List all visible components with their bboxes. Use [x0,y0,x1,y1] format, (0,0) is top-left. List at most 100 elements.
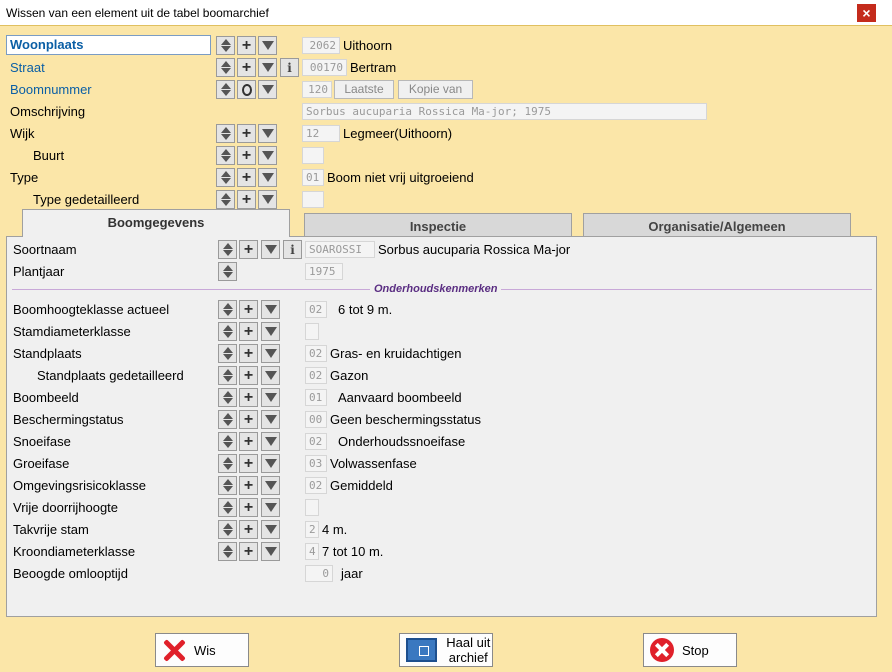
standplaats-gedetailleerd-add-button[interactable]: + [239,366,258,385]
buurt-updown-button[interactable] [216,146,235,165]
beoogde-omlooptijd-code[interactable]: 0 [305,565,333,582]
woonplaats-label[interactable]: Woonplaats [6,35,211,55]
type-add-button[interactable]: + [237,168,256,187]
stamdiameterklasse-add-button[interactable]: + [239,322,258,341]
snoeifase-add-button[interactable]: + [239,432,258,451]
straat-updown-button[interactable] [216,58,235,77]
type-dropdown-button[interactable] [258,168,277,187]
vrije-doorrijhoogte-updown-button[interactable] [218,498,237,517]
omgevingsrisicoklasse-code[interactable]: 02 [305,477,327,494]
buurt-add-button[interactable]: + [237,146,256,165]
boombeeld-dropdown-button[interactable] [261,388,280,407]
close-button[interactable]: × [857,4,876,22]
straat-dropdown-button[interactable] [258,58,277,77]
stamdiameterklasse-code[interactable] [305,323,319,340]
woonplaats-value: Uithoorn [343,38,393,53]
soortnaam-updown-button[interactable] [218,240,237,259]
takvrije-stam-add-button[interactable]: + [239,520,258,539]
tab-boomgegevens[interactable]: Boomgegevens [22,209,290,237]
soortnaam-dropdown-button[interactable] [261,240,280,259]
boomnummer-dropdown-button[interactable] [258,80,277,99]
type-gedetailleerd-updown-button[interactable] [216,190,235,209]
standplaats-gedetailleerd-code[interactable]: 02 [305,367,327,384]
standplaats-updown-button[interactable] [218,344,237,363]
beschermingstatus-add-button[interactable]: + [239,410,258,429]
snoeifase-dropdown-button[interactable] [261,432,280,451]
boomhoogteklasse-actueel-add-button[interactable]: + [239,300,258,319]
boomhoogteklasse-actueel-dropdown-button[interactable] [261,300,280,319]
standplaats-dropdown-button[interactable] [261,344,280,363]
boombeeld-label: Boombeeld [13,390,79,405]
beschermingstatus-dropdown-button[interactable] [261,410,280,429]
dropdown-icon [261,41,274,50]
window-title: Wissen van een element uit de tabel boom… [6,6,269,20]
takvrije-stam-dropdown-button[interactable] [261,520,280,539]
boomhoogteklasse-actueel-updown-button[interactable] [218,300,237,319]
woonplaats-add-button[interactable]: + [237,36,256,55]
groeifase-add-button[interactable]: + [239,454,258,473]
haal-uit-archief-button[interactable]: Haal uit archief [399,633,493,667]
type-updown-button[interactable] [216,168,235,187]
kroondiameterklasse-updown-button[interactable] [218,542,237,561]
woonplaats-dropdown-button[interactable] [258,36,277,55]
dropdown-icon [261,85,274,94]
stamdiameterklasse-updown-button[interactable] [218,322,237,341]
woonplaats-updown-button[interactable] [216,36,235,55]
vrije-doorrijhoogte-dropdown-button[interactable] [261,498,280,517]
type-label: Type [10,170,39,185]
soortnaam-label: Soortnaam [13,242,77,257]
type-gedetailleerd-dropdown-button[interactable] [258,190,277,209]
wijk-add-button[interactable]: + [237,124,256,143]
tab-organisatie-algemeen[interactable]: Organisatie/Algemeen [583,213,851,237]
snoeifase-updown-button[interactable] [218,432,237,451]
wis-button[interactable]: Wis [155,633,249,667]
vrije-doorrijhoogte-code[interactable] [305,499,319,516]
wijk-dropdown-button[interactable] [258,124,277,143]
standplaats-code[interactable]: 02 [305,345,327,362]
takvrije-stam-code[interactable]: 2 [305,521,319,538]
kroondiameterklasse-dropdown-button[interactable] [261,542,280,561]
takvrije-stam-updown-button[interactable] [218,520,237,539]
plantjaar-updown-button[interactable] [218,262,237,281]
stamdiameterklasse-dropdown-button[interactable] [261,322,280,341]
soortnaam-info-button[interactable]: i [283,240,302,259]
standplaats-gedetailleerd-dropdown-button[interactable] [261,366,280,385]
boomnummer-code: 120 [302,81,332,98]
groeifase-dropdown-button[interactable] [261,454,280,473]
straat-add-button[interactable]: + [237,58,256,77]
groeifase-code[interactable]: 03 [305,455,327,472]
soortnaam-add-button[interactable]: + [239,240,258,259]
arrow-up-icon [220,83,231,89]
buurt-dropdown-button[interactable] [258,146,277,165]
boomnummer-zero-button[interactable] [237,80,256,99]
straat-info-button[interactable]: i [280,58,299,77]
straat-code: 00170 [302,59,347,76]
beschermingstatus-updown-button[interactable] [218,410,237,429]
boomnummer-updown-button[interactable] [216,80,235,99]
wijk-updown-button[interactable] [216,124,235,143]
stop-button[interactable]: Stop [643,633,737,667]
straat-label[interactable]: Straat [10,60,45,75]
groeifase-updown-button[interactable] [218,454,237,473]
snoeifase-code[interactable]: 02 [305,433,327,450]
type-gedetailleerd-add-button[interactable]: + [237,190,256,209]
kroondiameterklasse-code[interactable]: 4 [305,543,319,560]
omgevingsrisicoklasse-dropdown-button[interactable] [261,476,280,495]
beschermingstatus-code[interactable]: 00 [305,411,327,428]
boombeeld-code[interactable]: 01 [305,389,327,406]
vrije-doorrijhoogte-add-button[interactable]: + [239,498,258,517]
boombeeld-updown-button[interactable] [218,388,237,407]
kroondiameterklasse-add-button[interactable]: + [239,542,258,561]
kopie-van-button[interactable]: Kopie van [398,80,473,99]
omschrijving-field[interactable]: Sorbus aucuparia Rossica Ma-jor; 1975 [302,103,707,120]
boombeeld-add-button[interactable]: + [239,388,258,407]
boomhoogteklasse-actueel-code[interactable]: 02 [305,301,327,318]
laatste-button[interactable]: Laatste [334,80,394,99]
omgevingsrisicoklasse-add-button[interactable]: + [239,476,258,495]
boomnummer-label[interactable]: Boomnummer [10,82,92,97]
dropdown-icon [264,349,277,358]
standplaats-gedetailleerd-updown-button[interactable] [218,366,237,385]
standplaats-add-button[interactable]: + [239,344,258,363]
tab-inspectie[interactable]: Inspectie [304,213,572,237]
omgevingsrisicoklasse-updown-button[interactable] [218,476,237,495]
